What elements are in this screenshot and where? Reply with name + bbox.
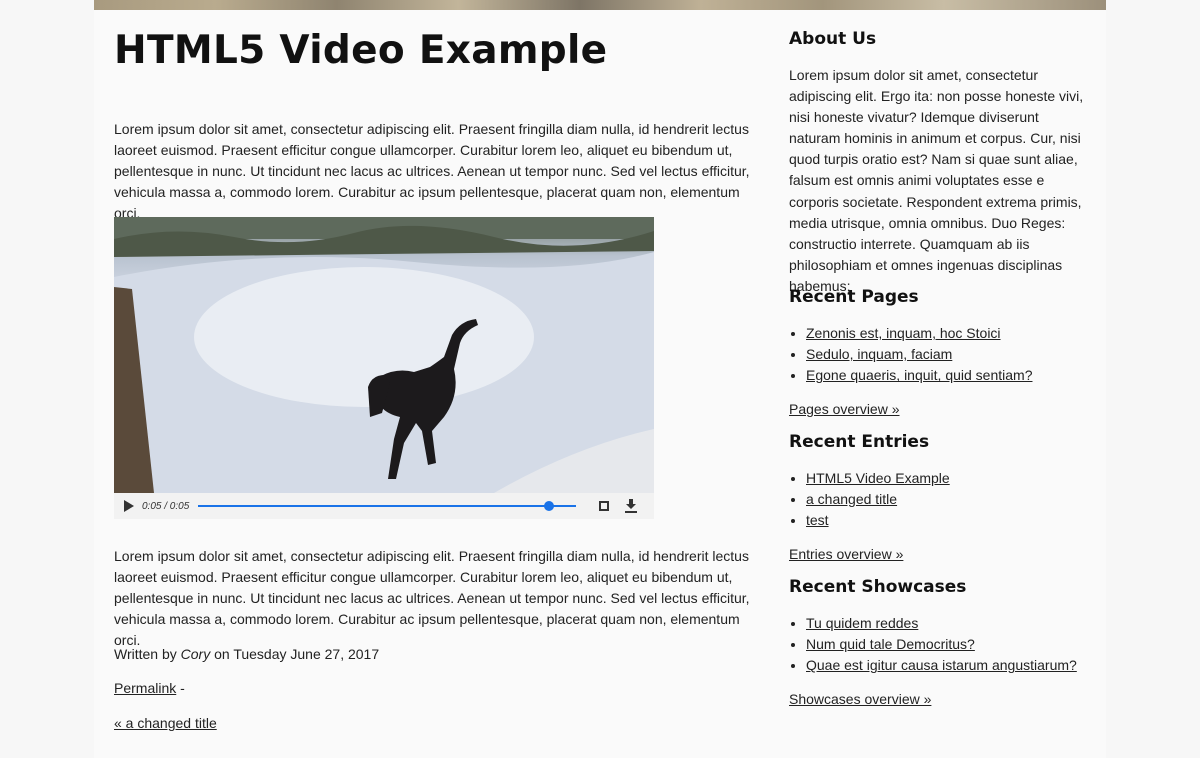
list-item: Zenonis est, inquam, hoc Stoici: [806, 323, 1032, 344]
video-player[interactable]: 0:05 / 0:05: [114, 217, 654, 519]
byline: Written by Cory on Tuesday June 27, 2017: [114, 644, 379, 665]
recent-pages-heading: Recent Pages: [789, 287, 919, 307]
video-controls: 0:05 / 0:05: [114, 493, 654, 519]
author-name: Cory: [180, 646, 211, 662]
entries-overview-row: Entries overview »: [789, 544, 903, 565]
list-item: Tu quidem reddes: [806, 613, 1077, 634]
permalink-link[interactable]: Permalink: [114, 680, 176, 696]
list-item: a changed title: [806, 489, 950, 510]
play-icon[interactable]: [124, 500, 134, 512]
page: HTML5 Video Example Lorem ipsum dolor si…: [94, 10, 1106, 758]
list-item: test: [806, 510, 950, 531]
video-frame[interactable]: [114, 217, 654, 493]
previous-post-link[interactable]: « a changed title: [114, 715, 217, 731]
recent-page-link[interactable]: Sedulo, inquam, faciam: [806, 346, 952, 362]
entries-overview-link[interactable]: Entries overview »: [789, 546, 903, 562]
download-icon[interactable]: [625, 499, 637, 513]
progress-knob[interactable]: [543, 501, 554, 511]
header-banner-image: [94, 0, 1106, 10]
pages-overview-row: Pages overview »: [789, 399, 900, 420]
recent-showcases-list: Tu quidem reddes Num quid tale Democritu…: [789, 613, 1077, 677]
recent-page-link[interactable]: Zenonis est, inquam, hoc Stoici: [806, 325, 1001, 341]
recent-entry-link[interactable]: test: [806, 512, 829, 528]
fullscreen-icon[interactable]: [599, 501, 609, 511]
about-us-text: Lorem ipsum dolor sit amet, consectetur …: [789, 67, 1084, 294]
recent-showcase-link[interactable]: Tu quidem reddes: [806, 615, 918, 631]
recent-showcase-link[interactable]: Quae est igitur causa istarum angustiaru…: [806, 657, 1077, 673]
showcases-overview-link[interactable]: Showcases overview »: [789, 691, 931, 707]
list-item: HTML5 Video Example: [806, 468, 950, 489]
pages-overview-link[interactable]: Pages overview »: [789, 401, 900, 417]
video-time: 0:05 / 0:05: [142, 500, 190, 512]
list-item: Sedulo, inquam, faciam: [806, 344, 1032, 365]
recent-entry-link[interactable]: a changed title: [806, 491, 897, 507]
progress-track: [198, 505, 576, 507]
byline-date: on Tuesday June 27, 2017: [210, 646, 380, 662]
showcases-overview-row: Showcases overview »: [789, 689, 931, 710]
video-progress-bar[interactable]: [198, 499, 576, 513]
recent-entry-link[interactable]: HTML5 Video Example: [806, 470, 950, 486]
list-item: Num quid tale Democritus?: [806, 634, 1077, 655]
permalink-row: Permalink -: [114, 678, 185, 699]
byline-prefix: Written by: [114, 646, 181, 662]
recent-entries-heading: Recent Entries: [789, 432, 930, 452]
outro-paragraph: Lorem ipsum dolor sit amet, consectetur …: [114, 548, 750, 648]
intro-paragraph: Lorem ipsum dolor sit amet, consectetur …: [114, 121, 750, 221]
about-us-heading: About Us: [789, 29, 877, 49]
recent-showcases-heading: Recent Showcases: [789, 577, 967, 597]
recent-page-link[interactable]: Egone quaeris, inquit, quid sentiam?: [806, 367, 1032, 383]
list-item: Quae est igitur causa istarum angustiaru…: [806, 655, 1077, 676]
page-title: HTML5 Video Example: [114, 28, 608, 73]
recent-pages-list: Zenonis est, inquam, hoc Stoici Sedulo, …: [789, 323, 1032, 387]
recent-showcase-link[interactable]: Num quid tale Democritus?: [806, 636, 975, 652]
recent-entries-list: HTML5 Video Example a changed title test: [789, 468, 950, 532]
list-item: Egone quaeris, inquit, quid sentiam?: [806, 365, 1032, 386]
permalink-separator: -: [176, 680, 185, 696]
previous-post-row: « a changed title: [114, 713, 217, 734]
